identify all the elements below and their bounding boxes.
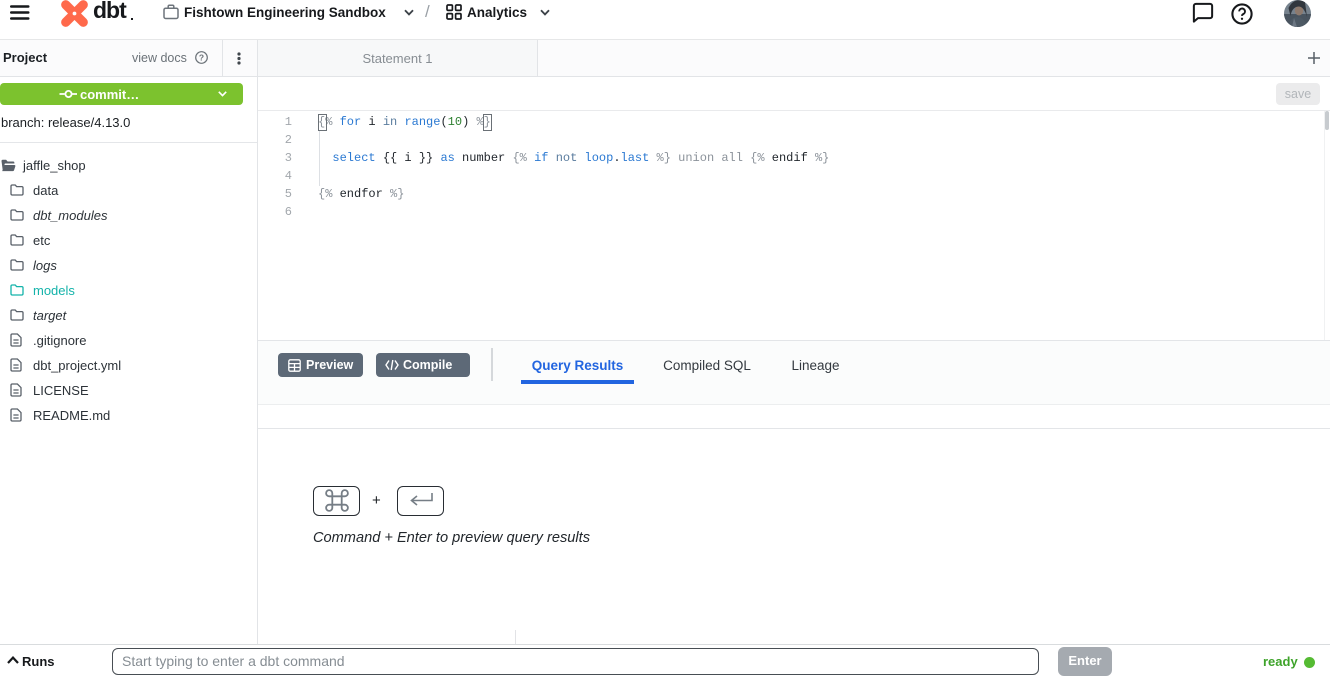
svg-text:?: ? xyxy=(199,52,204,62)
